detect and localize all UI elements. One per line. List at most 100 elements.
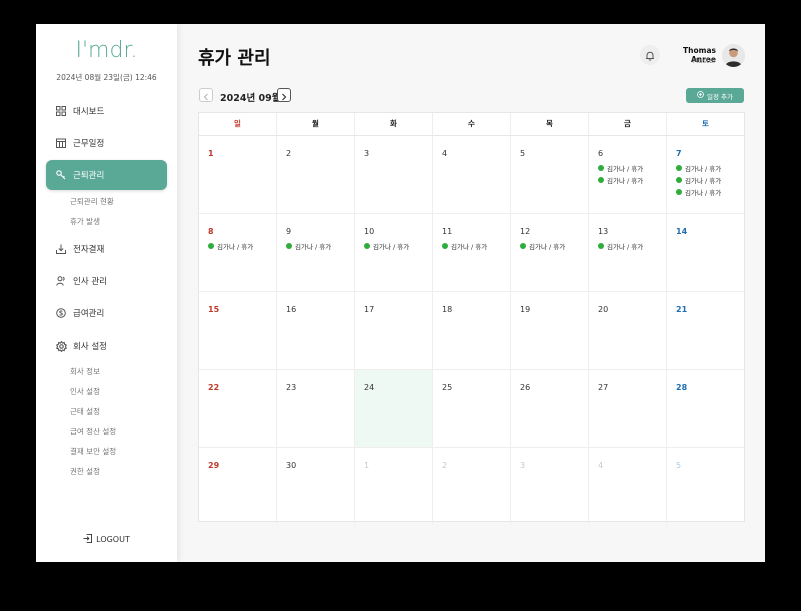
- next-month-button[interactable]: [277, 88, 291, 102]
- calendar-day[interactable]: 20: [589, 292, 667, 369]
- logo: I'mdr.: [75, 38, 138, 63]
- sidebar-subitem-company-info[interactable]: 회사 정보: [70, 366, 100, 377]
- sidebar-subitem-payroll-settings[interactable]: 급여 정산 설정: [70, 426, 116, 437]
- calendar-day[interactable]: 12 김가나 / 휴가: [511, 214, 589, 291]
- sidebar-subitem-attendance-status[interactable]: 근퇴관리 현황: [70, 196, 114, 207]
- day-number: 28: [676, 383, 688, 392]
- calendar-day[interactable]: 23: [277, 370, 355, 447]
- grid-icon: [55, 105, 67, 117]
- logout-label: LOGOUT: [96, 535, 130, 544]
- day-number: 19: [520, 305, 531, 314]
- chevron-right-icon: [281, 86, 287, 105]
- sidebar-item-schedule[interactable]: 근무일정: [46, 132, 167, 154]
- calendar-day[interactable]: 13 김가나 / 휴가: [589, 214, 667, 291]
- calendar-day[interactable]: 16: [277, 292, 355, 369]
- page-title: 휴가 관리: [198, 48, 271, 69]
- sidebar-item-payroll[interactable]: 급여관리: [46, 302, 167, 324]
- calendar-day[interactable]: 6 김가나 / 휴가 김가나 / 휴가: [589, 136, 667, 213]
- calendar-day[interactable]: 11 김가나 / 휴가: [433, 214, 511, 291]
- day-number: 8: [208, 227, 214, 236]
- sidebar-item-approval[interactable]: 전자결재: [46, 238, 167, 260]
- calendar-day[interactable]: 1: [355, 448, 433, 525]
- leave-event[interactable]: 김가나 / 휴가: [208, 240, 253, 252]
- sidebar-subitem-attendance-settings[interactable]: 근태 설정: [70, 406, 100, 417]
- calendar-day[interactable]: 17: [355, 292, 433, 369]
- calendar-day[interactable]: 19: [511, 292, 589, 369]
- day-number: 17: [364, 305, 375, 314]
- day-number: 30: [286, 461, 297, 470]
- leave-event[interactable]: 김가나 / 휴가: [364, 240, 409, 252]
- calendar-day[interactable]: 14: [667, 214, 744, 291]
- sidebar-subitem-permission-settings[interactable]: 권한 설정: [70, 466, 100, 477]
- day-number: 6: [598, 149, 604, 158]
- event-dot-icon: [598, 177, 604, 183]
- calendar-day[interactable]: 10 김가나 / 휴가: [355, 214, 433, 291]
- calendar-week: 1 2 3 4 5 6 김가나 / 휴가 김가나 / 휴가 7 김가나 / 휴가 김가나 / 휴가 김…: [199, 136, 744, 214]
- weekday-monday: 월: [277, 113, 355, 135]
- event-label: 김가나 / 휴가: [217, 243, 254, 251]
- event-label: 김가나 / 휴가: [685, 189, 722, 197]
- day-number: 24: [364, 383, 375, 392]
- calendar-day[interactable]: 9 김가나 / 휴가: [277, 214, 355, 291]
- notification-button[interactable]: [640, 45, 660, 65]
- leave-event[interactable]: 김가나 / 휴가: [442, 240, 487, 252]
- calendar-day[interactable]: 21: [667, 292, 744, 369]
- sidebar-subitem-leave-grant[interactable]: 휴가 발생: [70, 216, 100, 227]
- leave-event[interactable]: 김가나 / 휴가: [598, 162, 643, 174]
- sidebar-item-dashboard[interactable]: 대시보드: [46, 100, 167, 122]
- sidebar-item-company-settings[interactable]: 회사 설정: [46, 335, 167, 357]
- calendar-day[interactable]: 3: [511, 448, 589, 525]
- day-number: 21: [676, 305, 688, 314]
- sidebar-subitem-approval-security-settings[interactable]: 결재 보안 설정: [70, 446, 116, 457]
- calendar-day[interactable]: 3: [355, 136, 433, 213]
- event-dot-icon: [286, 243, 292, 249]
- calendar-day[interactable]: 2: [433, 448, 511, 525]
- people-icon: [55, 275, 67, 287]
- event-label: 김가나 / 휴가: [685, 177, 722, 185]
- day-number: 1: [208, 149, 214, 158]
- avatar[interactable]: [722, 44, 745, 67]
- calendar-day[interactable]: 15: [199, 292, 277, 369]
- calendar-day[interactable]: 4: [433, 136, 511, 213]
- prev-month-button[interactable]: [199, 88, 213, 102]
- event-dot-icon: [442, 243, 448, 249]
- calendar-day[interactable]: 4: [589, 448, 667, 525]
- calendar-day[interactable]: 26: [511, 370, 589, 447]
- event-list: 김가나 / 휴가: [208, 240, 253, 252]
- leave-event[interactable]: 김가나 / 휴가: [676, 162, 721, 174]
- calendar-day[interactable]: 22: [199, 370, 277, 447]
- leave-event[interactable]: 김가나 / 휴가: [676, 174, 721, 186]
- calendar-day[interactable]: 28: [667, 370, 744, 447]
- leave-event[interactable]: 김가나 / 휴가: [598, 240, 643, 252]
- leave-event[interactable]: 김가나 / 휴가: [676, 186, 721, 198]
- calendar-day[interactable]: 7 김가나 / 휴가 김가나 / 휴가 김가나 / 휴가: [667, 136, 744, 213]
- calendar-day[interactable]: 29: [199, 448, 277, 525]
- event-list: 김가나 / 휴가 김가나 / 휴가 김가나 / 휴가: [676, 162, 721, 198]
- day-number: 7: [676, 149, 682, 158]
- logout-button[interactable]: LOGOUT: [36, 534, 177, 545]
- sidebar-item-attendance[interactable]: 근퇴관리: [46, 160, 167, 190]
- sidebar-item-hr[interactable]: 인사 관리: [46, 270, 167, 292]
- calendar-day[interactable]: 5: [511, 136, 589, 213]
- calendar-day[interactable]: 1: [199, 136, 277, 213]
- day-number: 4: [598, 461, 604, 470]
- event-dot-icon: [598, 165, 604, 171]
- gear-icon: [55, 340, 67, 352]
- day-number: 1: [364, 461, 370, 470]
- calendar-day[interactable]: 18: [433, 292, 511, 369]
- calendar-day[interactable]: 2: [277, 136, 355, 213]
- leave-event[interactable]: 김가나 / 휴가: [286, 240, 331, 252]
- sidebar-subitem-hr-settings[interactable]: 인사 설정: [70, 386, 100, 397]
- leave-event[interactable]: 김가나 / 휴가: [598, 174, 643, 186]
- leave-event[interactable]: 김가나 / 휴가: [520, 240, 565, 252]
- calendar-day[interactable]: 30: [277, 448, 355, 525]
- calendar-day[interactable]: 27: [589, 370, 667, 447]
- calendar-day[interactable]: 8 김가나 / 휴가: [199, 214, 277, 291]
- add-schedule-button[interactable]: 일정 추가: [686, 88, 744, 103]
- event-dot-icon: [676, 177, 682, 183]
- calendar-day-today[interactable]: 24: [355, 370, 433, 447]
- day-number: 2: [442, 461, 448, 470]
- sidebar-item-label: 회사 설정: [73, 342, 107, 352]
- calendar-day[interactable]: 25: [433, 370, 511, 447]
- calendar-day[interactable]: 5: [667, 448, 744, 525]
